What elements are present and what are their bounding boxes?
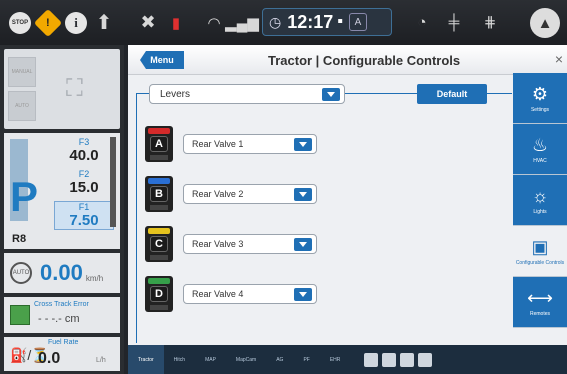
tab-settings[interactable]: ⚙ Settings [513,73,567,124]
speed-unit: km/h [85,273,104,283]
lever-b-icon: B [145,176,173,212]
nav-pf[interactable]: PF [293,345,319,374]
page-header: Menu Tractor | Configurable Controls × [128,45,567,75]
clock-icon: ◷ [269,13,282,30]
nav-ehr[interactable]: EHR [320,345,351,374]
gear-f1: F1 7.50 [54,201,114,230]
steering-icon: ⛶ [66,75,83,102]
tractor-settings-icon: ⚙ [531,83,549,104]
shortcut-icon[interactable] [382,352,397,367]
lever-row-d: D Rear Valve 4 [145,276,317,312]
default-button[interactable]: Default [417,84,487,104]
chevron-down-icon [294,188,312,201]
stop-icon: STOP [9,11,31,34]
lever-b-dropdown[interactable]: Rear Valve 2 [183,184,317,204]
lever-c-icon: C [145,226,173,262]
wifi-icon: ◠ [207,14,221,32]
configurable-controls-icon: ▣ [531,236,549,257]
shortcut-icon[interactable] [418,352,433,367]
info-button[interactable]: i [62,9,90,37]
nav-mapcam[interactable]: MapCam [226,345,266,374]
control-type-dropdown[interactable]: Levers [149,84,345,104]
top-status-bar: STOP ! i ⬆ ✖ ▮ ◠ ▂▄▆ ▦ ◷ 12:17 ▪ A ◔ ╪ ⋕… [0,0,567,45]
lights-icon: ☼ [531,185,549,206]
auto-tile[interactable]: AUTO [8,91,36,121]
up-arrow-icon[interactable]: ⬆ [90,9,118,37]
lever-c-dropdown[interactable]: Rear Valve 3 [183,234,317,254]
map-icon [10,305,30,325]
gauge-icon[interactable]: ◔ [408,8,436,36]
fuel-unit: L/h [96,357,106,364]
lever-d-icon: D [145,276,173,312]
lever-row-a: A Rear Valve 1 [145,126,317,162]
levers-section: Levers Default A Rear Valve 1 B Rear Val… [136,84,512,343]
signal-icon: ▂▄▆ [225,14,259,32]
fuel-label: Fuel Rate [48,339,79,346]
control-type-value: Levers [160,88,191,100]
guidance-panel[interactable]: MANUAL AUTO ⛶ [4,49,120,129]
clock-time: 12:17 [287,11,334,32]
lever-row-c: C Rear Valve 3 [145,226,317,262]
warning-button[interactable]: ! [33,8,63,37]
implement-icon[interactable]: ⋕ [476,8,504,36]
tab-hvac[interactable]: ♨ HVAC [513,124,567,175]
chevron-down-icon [322,88,340,101]
gear-scale-bar [110,137,116,227]
battery-alert-icon: ▮ [171,14,181,32]
close-icon[interactable]: × [555,51,563,67]
stop-button[interactable]: STOP [6,9,34,37]
nav-ag[interactable]: AG [266,345,293,374]
chevron-down-icon [294,238,312,251]
tab-configurable-controls[interactable]: ▣ Configurable Controls [513,226,567,277]
cross-track-error-panel[interactable]: Cross Track Error - - -.- cm [4,297,120,333]
gear-f2: F2 15.0 [69,169,99,196]
nav-map[interactable]: MAP [195,345,226,374]
left-status-panel: MANUAL AUTO ⛶ P F3 40.0 F2 15.0 F1 7.50 … [0,45,124,374]
reverse-gear: R8 [12,233,27,245]
warning-icon: ! [33,8,63,37]
bottom-nav: Tractor Hitch MAP MapCam AG PF EHR [128,345,567,374]
page-title: Tractor | Configurable Controls [268,53,461,68]
lever-a-dropdown[interactable]: Rear Valve 1 [183,134,317,154]
cte-label: Cross Track Error [34,301,89,308]
lever-d-dropdown[interactable]: Rear Valve 4 [183,284,317,304]
gear-f3: F3 40.0 [69,137,99,164]
transmission-panel[interactable]: P F3 40.0 F2 15.0 F1 7.50 R8 [4,133,120,249]
shortcut-icon[interactable] [400,352,415,367]
cte-value: - - -.- cm [38,313,80,325]
shortcut-icon[interactable] [364,352,379,367]
tab-lights[interactable]: ☼ Lights [513,175,567,226]
remotes-icon: ⟷ [527,287,553,308]
auto-speed-icon: AUTO [10,262,32,284]
configurable-controls-page: Menu Tractor | Configurable Controls × L… [128,45,567,345]
manual-tile[interactable]: MANUAL [8,57,36,87]
clock-dot: ▪ [337,13,343,30]
user-icon: A [348,13,367,31]
tab-remotes[interactable]: ⟷ Remotes [513,277,567,328]
lever-a-icon: A [145,126,173,162]
clock-display[interactable]: ◷ 12:17 ▪ A [262,8,392,36]
chevron-down-icon [294,288,312,301]
speed-panel[interactable]: AUTO 0.00 km/h [4,253,120,293]
fuel-value: 0.0 [38,350,61,367]
display-screen: STOP ! i ⬆ ✖ ▮ ◠ ▂▄▆ ▦ ◷ 12:17 ▪ A ◔ ╪ ⋕… [0,0,567,374]
tools-icon[interactable]: ✖ [134,9,162,37]
lever-row-b: B Rear Valve 2 [145,176,317,212]
chevron-down-icon [294,138,312,151]
hitch-icon[interactable]: ╪ [440,8,468,36]
menu-button[interactable]: Menu [140,51,184,69]
speed-value: 0.00 [40,260,83,285]
right-tab-bar: ⚙ Settings ♨ HVAC ☼ Lights ▣ Configurabl… [513,73,567,345]
nav-hitch[interactable]: Hitch [164,345,195,374]
park-indicator: P [10,173,39,220]
hvac-icon: ♨ [531,134,549,155]
profile-button[interactable]: ▲ [530,8,560,38]
fuel-rate-panel[interactable]: ⛽/⏳ Fuel Rate 0.0 L/h [4,337,120,371]
nav-tractor[interactable]: Tractor [128,345,164,374]
bottom-shortcuts [364,352,436,367]
info-icon: i [65,11,87,34]
